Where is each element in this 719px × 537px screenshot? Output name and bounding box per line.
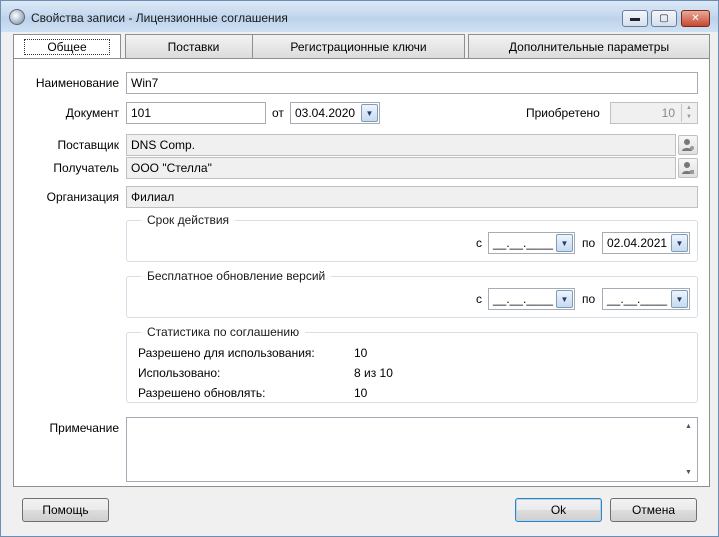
free-update-to-value: __.__.____ — [607, 292, 668, 306]
spin-up-icon[interactable]: ▲ — [682, 104, 696, 113]
free-update-to-dropdown-icon[interactable]: ▼ — [671, 290, 688, 308]
validity-from-value: __.__.____ — [493, 236, 554, 250]
validity-from-dropdown-icon[interactable]: ▼ — [556, 234, 573, 252]
minimize-button[interactable]: ▬ — [622, 10, 648, 27]
document-input[interactable]: 101 — [126, 102, 266, 124]
stats-allowed-value: 10 — [354, 346, 368, 360]
free-update-title: Бесплатное обновление версий — [141, 269, 332, 283]
free-update-from-value: __.__.____ — [493, 292, 554, 306]
recipient-field[interactable]: ООО "Стелла" — [126, 157, 676, 179]
name-label: Наименование — [35, 76, 119, 90]
free-update-from-picker[interactable]: __.__.____ ▼ — [488, 288, 575, 310]
scroll-down-icon[interactable]: ▼ — [680, 464, 697, 481]
tab-general[interactable]: Общее — [13, 34, 121, 58]
person-icon — [682, 162, 694, 174]
app-icon — [9, 9, 25, 25]
doc-date-dropdown-icon[interactable]: ▼ — [361, 104, 378, 122]
validity-to-picker[interactable]: 02.04.2021 ▼ — [602, 232, 690, 254]
ok-button[interactable]: Ok — [515, 498, 602, 522]
validity-from-picker[interactable]: __.__.____ ▼ — [488, 232, 575, 254]
organization-label: Организация — [46, 190, 119, 204]
validity-to-dropdown-icon[interactable]: ▼ — [671, 234, 688, 252]
free-update-from-label: с — [476, 292, 482, 306]
doc-date-label: от — [272, 106, 284, 120]
validity-group: Срок действия с __.__.____ ▼ по 02.04.20… — [126, 213, 698, 262]
validity-to-label: по — [582, 236, 596, 250]
title-bar[interactable]: Свойства записи - Лицензионные соглашени… — [1, 1, 718, 32]
stats-title: Статистика по соглашению — [141, 325, 306, 339]
scroll-track[interactable] — [680, 435, 697, 464]
tab-bar: Общее Поставки Регистрационные ключи Доп… — [13, 34, 710, 58]
scroll-up-icon[interactable]: ▲ — [680, 418, 697, 435]
tab-additional-params[interactable]: Дополнительные параметры — [468, 34, 710, 58]
window-title: Свойства записи - Лицензионные соглашени… — [31, 11, 288, 25]
person-icon — [682, 139, 694, 151]
general-panel: Наименование Win7 Документ 101 от 03.04.… — [13, 58, 710, 487]
tab-deliveries[interactable]: Поставки — [125, 34, 262, 58]
name-input[interactable]: Win7 — [126, 72, 698, 94]
stats-update-label: Разрешено обновлять: — [138, 386, 266, 400]
stats-allowed-label: Разрешено для использования: — [138, 346, 315, 360]
validity-to-value: 02.04.2021 — [607, 236, 668, 250]
acquired-label: Приобретено — [526, 106, 600, 120]
select-supplier-button[interactable] — [678, 135, 698, 155]
recipient-label: Получатель — [53, 161, 119, 175]
acquired-spinner[interactable]: 10 ▲ ▼ — [610, 102, 698, 124]
doc-date-picker[interactable]: 03.04.2020 ▼ — [290, 102, 380, 124]
free-update-from-dropdown-icon[interactable]: ▼ — [556, 290, 573, 308]
free-update-group: Бесплатное обновление версий с __.__.___… — [126, 269, 698, 318]
maximize-button[interactable]: ▢ — [651, 10, 677, 27]
acquired-spin-buttons[interactable]: ▲ ▼ — [681, 104, 696, 122]
free-update-to-picker[interactable]: __.__.____ ▼ — [602, 288, 690, 310]
cancel-button[interactable]: Отмена — [610, 498, 697, 522]
acquired-value: 10 — [661, 106, 675, 120]
validity-from-label: с — [476, 236, 482, 250]
dialog-window: Свойства записи - Лицензионные соглашени… — [0, 0, 719, 537]
note-label: Примечание — [49, 421, 119, 435]
note-textarea[interactable]: ▲ ▼ — [126, 417, 698, 482]
close-button[interactable]: ✕ — [681, 10, 710, 27]
stats-used-value: 8 из 10 — [354, 366, 393, 380]
spin-down-icon[interactable]: ▼ — [682, 113, 696, 122]
note-scrollbar[interactable]: ▲ ▼ — [680, 418, 697, 481]
stats-update-value: 10 — [354, 386, 368, 400]
tab-registration-keys[interactable]: Регистрационные ключи — [252, 34, 465, 58]
free-update-to-label: по — [582, 292, 596, 306]
organization-field[interactable]: Филиал — [126, 186, 698, 208]
help-button[interactable]: Помощь — [22, 498, 109, 522]
stats-used-label: Использовано: — [138, 366, 221, 380]
doc-date-value: 03.04.2020 — [295, 106, 356, 120]
tab-general-label: Общее — [24, 39, 110, 55]
supplier-field[interactable]: DNS Comp. — [126, 134, 676, 156]
validity-title: Срок действия — [141, 213, 236, 227]
document-label: Документ — [65, 106, 119, 120]
supplier-label: Поставщик — [57, 138, 119, 152]
select-recipient-button[interactable] — [678, 158, 698, 178]
stats-group: Статистика по соглашению Разрешено для и… — [126, 325, 698, 403]
